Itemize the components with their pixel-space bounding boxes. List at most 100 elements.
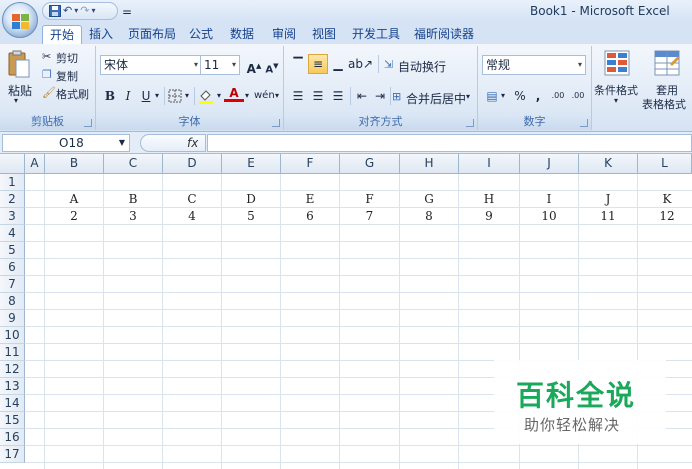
cell-i3[interactable]: 9 <box>459 208 519 225</box>
column-header-l[interactable]: L <box>638 154 692 174</box>
column-header-h[interactable]: H <box>400 154 459 174</box>
merge-center-icon[interactable]: ⊞ <box>392 90 401 103</box>
row-header-15[interactable]: 15 <box>0 412 25 429</box>
merge-center-button[interactable]: 合并后居中 <box>406 90 466 107</box>
accounting-dropdown-icon[interactable]: ▾ <box>498 86 508 106</box>
row-header-7[interactable]: 7 <box>0 276 25 293</box>
font-name-select[interactable]: 宋体 ▾ <box>100 55 202 75</box>
row-header-17[interactable]: 17 <box>0 446 25 463</box>
column-header-b[interactable]: B <box>45 154 104 174</box>
font-color-dropdown-icon[interactable]: ▾ <box>242 86 252 106</box>
underline-dropdown-icon[interactable]: ▾ <box>152 86 162 106</box>
cell-e3[interactable]: 5 <box>222 208 280 225</box>
copy-icon[interactable]: ❐ <box>42 68 52 81</box>
borders-dropdown-icon[interactable]: ▾ <box>182 86 192 106</box>
align-left-icon[interactable]: ☰ <box>288 86 308 106</box>
cell-d2[interactable]: C <box>163 191 221 208</box>
row-header-12[interactable]: 12 <box>0 361 25 378</box>
tab-data[interactable]: 数据 <box>226 25 258 44</box>
cell-g2[interactable]: F <box>340 191 399 208</box>
cell-d3[interactable]: 4 <box>163 208 221 225</box>
cell-c3[interactable]: 3 <box>104 208 162 225</box>
column-header-d[interactable]: D <box>163 154 222 174</box>
phonetic-button[interactable]: wén <box>254 86 275 106</box>
format-as-table-button[interactable]: 表格格式 <box>642 96 686 112</box>
column-header-g[interactable]: G <box>340 154 400 174</box>
format-painter-icon[interactable]: 🖌 <box>42 86 56 99</box>
font-size-select[interactable]: 11 ▾ <box>200 55 240 75</box>
grow-font-button[interactable]: A▲ <box>244 56 264 76</box>
cell-j3[interactable]: 10 <box>520 208 578 225</box>
bottom-align-icon[interactable]: ▁ <box>328 54 348 74</box>
row-header-5[interactable]: 5 <box>0 242 25 259</box>
column-header-j[interactable]: J <box>520 154 579 174</box>
phonetic-dropdown-icon[interactable]: ▾ <box>272 86 282 106</box>
cell-e2[interactable]: D <box>222 191 280 208</box>
format-painter-button[interactable]: 格式刷 <box>56 86 89 102</box>
clipboard-launcher-icon[interactable] <box>84 119 92 127</box>
cell-c2[interactable]: B <box>104 191 162 208</box>
cut-icon[interactable]: ✂ <box>42 50 51 63</box>
decrease-indent-icon[interactable]: ⇤ <box>352 86 372 106</box>
tab-developer[interactable]: 开发工具 <box>348 25 404 44</box>
percent-button[interactable]: % <box>510 86 530 106</box>
copy-button[interactable]: 复制 <box>56 68 78 84</box>
column-header-a[interactable]: A <box>25 154 45 174</box>
tab-review[interactable]: 审阅 <box>268 25 300 44</box>
increase-indent-icon[interactable]: ⇥ <box>370 86 390 106</box>
column-header-c[interactable]: C <box>104 154 163 174</box>
cell-h2[interactable]: G <box>400 191 458 208</box>
font-color-button[interactable]: A <box>224 84 244 102</box>
cell-k3[interactable]: 11 <box>579 208 637 225</box>
row-header-13[interactable]: 13 <box>0 378 25 395</box>
fill-color-icon[interactable] <box>198 88 214 104</box>
column-header-i[interactable]: I <box>459 154 520 174</box>
row-header-2[interactable]: 2 <box>0 191 25 208</box>
format-as-table-icon[interactable] <box>654 50 680 76</box>
conditional-formatting-icon[interactable] <box>604 50 630 76</box>
tab-formulas[interactable]: 公式 <box>186 25 216 44</box>
row-header-4[interactable]: 4 <box>0 225 25 242</box>
row-header-3[interactable]: 3 <box>0 208 25 225</box>
tab-foxit-reader[interactable]: 福昕阅读器 <box>412 25 476 44</box>
cell-b3[interactable]: 2 <box>45 208 103 225</box>
undo-dropdown-icon[interactable]: ▾ <box>74 4 78 18</box>
cut-button[interactable]: 剪切 <box>56 50 78 66</box>
cell-g3[interactable]: 7 <box>340 208 399 225</box>
cell-f3[interactable]: 6 <box>281 208 339 225</box>
shrink-font-button[interactable]: A▼ <box>262 56 282 76</box>
comma-button[interactable]: , <box>528 86 548 106</box>
cell-l2[interactable]: K <box>638 191 692 208</box>
increase-decimal-button[interactable]: .00 <box>548 86 568 106</box>
cell-h3[interactable]: 8 <box>400 208 458 225</box>
save-icon[interactable] <box>49 5 61 17</box>
tab-view[interactable]: 视图 <box>308 25 340 44</box>
borders-icon[interactable] <box>168 89 182 103</box>
middle-align-icon[interactable]: ≡ <box>308 54 328 74</box>
top-align-icon[interactable]: ▔ <box>288 54 308 74</box>
cell-k2[interactable]: J <box>579 191 637 208</box>
orientation-icon[interactable]: ab↗ <box>348 54 373 74</box>
row-header-6[interactable]: 6 <box>0 259 25 276</box>
font-launcher-icon[interactable] <box>272 119 280 127</box>
redo-icon[interactable]: ↷ <box>80 4 89 18</box>
row-header-8[interactable]: 8 <box>0 293 25 310</box>
row-header-11[interactable]: 11 <box>0 344 25 361</box>
insert-function-icon[interactable]: fx <box>187 135 198 151</box>
wrap-text-icon[interactable]: ⇲ <box>384 58 393 71</box>
select-all-button[interactable] <box>0 154 25 174</box>
align-right-icon[interactable]: ☰ <box>328 86 348 106</box>
number-format-select[interactable]: 常规 ▾ <box>482 55 586 75</box>
cell-l3[interactable]: 12 <box>638 208 692 225</box>
tab-insert[interactable]: 插入 <box>86 25 116 44</box>
column-header-e[interactable]: E <box>222 154 281 174</box>
decrease-decimal-button[interactable]: .00 <box>568 86 588 106</box>
row-header-10[interactable]: 10 <box>0 327 25 344</box>
row-header-1[interactable]: 1 <box>0 174 25 191</box>
tab-page-layout[interactable]: 页面布局 <box>124 25 180 44</box>
wrap-text-button[interactable]: 自动换行 <box>398 58 446 75</box>
paste-button[interactable]: 粘贴 <box>8 82 32 99</box>
number-launcher-icon[interactable] <box>580 119 588 127</box>
cell-i2[interactable]: H <box>459 191 519 208</box>
alignment-launcher-icon[interactable] <box>466 119 474 127</box>
